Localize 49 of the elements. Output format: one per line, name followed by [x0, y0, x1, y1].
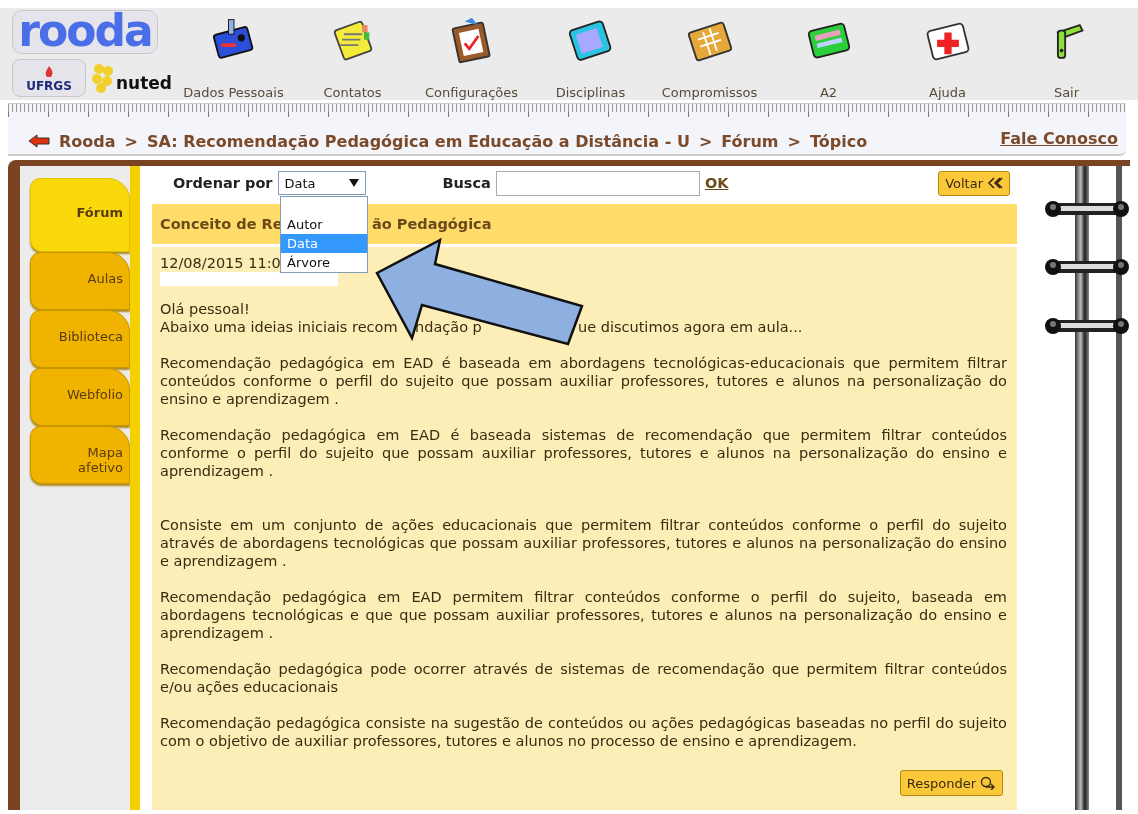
- side-tab[interactable]: Aulas: [30, 252, 130, 310]
- post-paragraph: Recomendação pedagógica consiste na sugestão de conteúdos ou ações pedagógicas baseadas no perfil do sujeito com o objetivo de auxiliar professores, tutores e alunos no processo de ensino e aprendizagem.: [160, 714, 1007, 750]
- post-date: 12/08/2015 11:0: [160, 255, 281, 271]
- nav-item[interactable]: Disciplinas: [531, 8, 650, 100]
- nav-item[interactable]: Configurações: [412, 8, 531, 100]
- back-button[interactable]: Voltar: [938, 170, 1010, 196]
- nav-item[interactable]: Compromissos: [650, 8, 769, 100]
- nav-item[interactable]: Dados Pessoais: [174, 8, 293, 100]
- dropdown-option[interactable]: Árvore: [281, 253, 367, 272]
- breadcrumb-separator: >: [124, 131, 138, 151]
- side-tab[interactable]: Biblioteca: [30, 310, 130, 368]
- ufrgs-logo: UFRGS: [12, 59, 86, 97]
- sort-dropdown[interactable]: Data: [277, 171, 366, 195]
- contact-link[interactable]: Fale Conosco: [1000, 128, 1118, 148]
- breadcrumb-link[interactable]: SA: Recomendação Pedagógica em Educação a Distância - U: [146, 131, 690, 151]
- nav-item[interactable]: Ajuda: [888, 8, 1007, 100]
- nav-item[interactable]: Contatos: [293, 8, 412, 100]
- sort-label: Ordenar por: [173, 175, 273, 191]
- post-paragraph: Recomendação pedagógica em EAD é baseada em abordagens tecnológicas-educacionais que permitem filtrar conteúdos conforme o perfil do sujeito que possam auxiliar professores, tutores e alunos na personalização do ensino e aprendizagem .: [160, 354, 1007, 408]
- breadcrumb-separator: >: [698, 131, 713, 151]
- breadcrumb-link[interactable]: Rooda: [59, 131, 116, 151]
- side-tab[interactable]: Mapa afetivo: [30, 426, 130, 484]
- side-tab[interactable]: Fórum: [30, 178, 130, 252]
- dropdown-option[interactable]: Autor: [281, 215, 367, 234]
- breadcrumb-link[interactable]: Tópico: [809, 131, 868, 151]
- breadcrumb-separator: >: [787, 131, 801, 151]
- double-chevron-icon: [987, 177, 1003, 189]
- reply-button[interactable]: Responder: [899, 770, 1003, 796]
- ok-link[interactable]: OK: [704, 175, 729, 191]
- intro-text: Abaixo uma ideias iniciais recom: [160, 318, 398, 336]
- back-arrow-icon: [28, 134, 50, 148]
- nav-item[interactable]: Sair: [1007, 8, 1126, 100]
- side-tab[interactable]: Webfolio: [30, 368, 130, 426]
- search-field[interactable]: [495, 170, 700, 196]
- nav-item[interactable]: A2: [769, 8, 888, 100]
- post-paragraph: Recomendação pedagógica pode ocorrer através de sistemas de recomendação que permitem filtrar conteúdos e/ou ações educacionais: [160, 660, 1007, 696]
- post-paragraph: Recomendação pedagógica em EAD permitem filtrar conteúdos conforme o perfil do sujeito, baseada em abordagens tecnológicas e que que possam auxiliar professores, tutores e alunos na personalização do ensino e aprendizagem .: [160, 588, 1007, 642]
- intro-text: ue discutimos agora em aula...: [578, 318, 803, 336]
- nuted-logo: nuted: [89, 63, 172, 93]
- post-paragraph: Recomendação pedagógica em EAD é baseada sistemas de recomendação que permitem filtrar conteúdos conforme o perfil do sujeito que possam auxiliar professores, tutores e alunos na personalização do ensino e aprendizagem .: [160, 426, 1007, 480]
- greeting-text: Olá pessoal!: [160, 300, 251, 318]
- intro-text: ndação p: [415, 318, 482, 336]
- post-paragraph: Consiste em um conjunto de ações educacionais que permitem filtrar conteúdos conforme o perfil do sujeito através de abordagens tecnológicas que possam auxiliar professores, tutores e alunos na personalização do ensino e aprendizagem .: [160, 516, 1007, 570]
- breadcrumb-link[interactable]: Fórum: [721, 131, 779, 151]
- search-label: Busca: [442, 175, 491, 191]
- rooda-logo: rooda: [12, 10, 158, 54]
- post-title: ão Pedagógica: [372, 216, 492, 232]
- dropdown-caret-icon: [348, 179, 359, 187]
- reply-arrow-icon: [980, 776, 996, 790]
